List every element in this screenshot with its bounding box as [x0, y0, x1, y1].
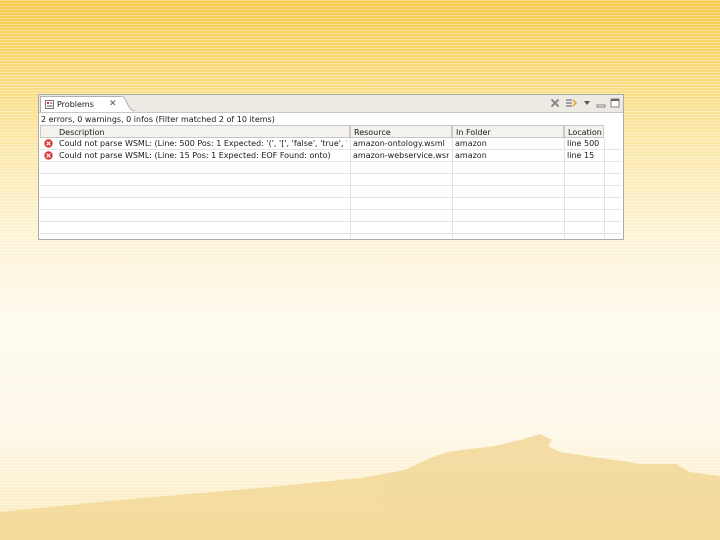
- delete-icon[interactable]: [549, 97, 561, 109]
- problems-table: Description Resource In Folder Location …: [40, 125, 622, 239]
- problems-view-icon: [45, 100, 54, 109]
- problems-view: Problems ✕ 2 errors, 0 warnings, 0 infos…: [38, 94, 624, 240]
- tab-edge-decoration: [121, 96, 135, 112]
- resource-cell: amazon-webservice.wsml: [353, 151, 449, 160]
- column-header-in-folder[interactable]: In Folder: [452, 125, 564, 138]
- column-divider: [452, 138, 453, 238]
- error-icon: [44, 151, 53, 160]
- empty-row: [40, 174, 622, 186]
- table-row[interactable]: Could not parse WSML: (Line: 15 Pos: 1 E…: [40, 150, 622, 162]
- minimize-icon[interactable]: [595, 97, 607, 109]
- view-menu-icon[interactable]: [581, 97, 593, 109]
- close-icon[interactable]: ✕: [109, 99, 117, 109]
- column-header-resource[interactable]: Resource: [350, 125, 452, 138]
- location-cell: line 15: [567, 151, 595, 160]
- tab-problems-label: Problems: [57, 100, 94, 109]
- tab-problems[interactable]: Problems ✕: [40, 96, 122, 112]
- column-divider: [564, 138, 565, 238]
- folder-cell: amazon: [455, 151, 487, 160]
- filter-icon[interactable]: [565, 97, 577, 109]
- description-cell: Could not parse WSML: (Line: 500 Pos: 1 …: [59, 139, 347, 148]
- column-divider: [604, 138, 605, 238]
- empty-row: [40, 198, 622, 210]
- column-divider: [350, 138, 351, 238]
- maximize-icon[interactable]: [609, 97, 621, 109]
- empty-row: [40, 186, 622, 198]
- folder-cell: amazon: [455, 139, 487, 148]
- table-row[interactable]: Could not parse WSML: (Line: 500 Pos: 1 …: [40, 138, 622, 150]
- location-cell: line 500: [567, 139, 600, 148]
- description-cell: Could not parse WSML: (Line: 15 Pos: 1 E…: [59, 151, 331, 160]
- view-tab-bar: Problems ✕: [39, 95, 623, 113]
- empty-row: [40, 210, 622, 222]
- column-header-description[interactable]: Description: [40, 125, 350, 138]
- empty-row: [40, 222, 622, 234]
- error-icon: [44, 139, 53, 148]
- palace-silhouette-image: [0, 434, 720, 540]
- resource-cell: amazon-ontology.wsml: [353, 139, 445, 148]
- empty-row: [40, 162, 622, 174]
- column-header-location[interactable]: Location: [564, 125, 604, 138]
- problems-summary: 2 errors, 0 warnings, 0 infos (Filter ma…: [41, 115, 275, 124]
